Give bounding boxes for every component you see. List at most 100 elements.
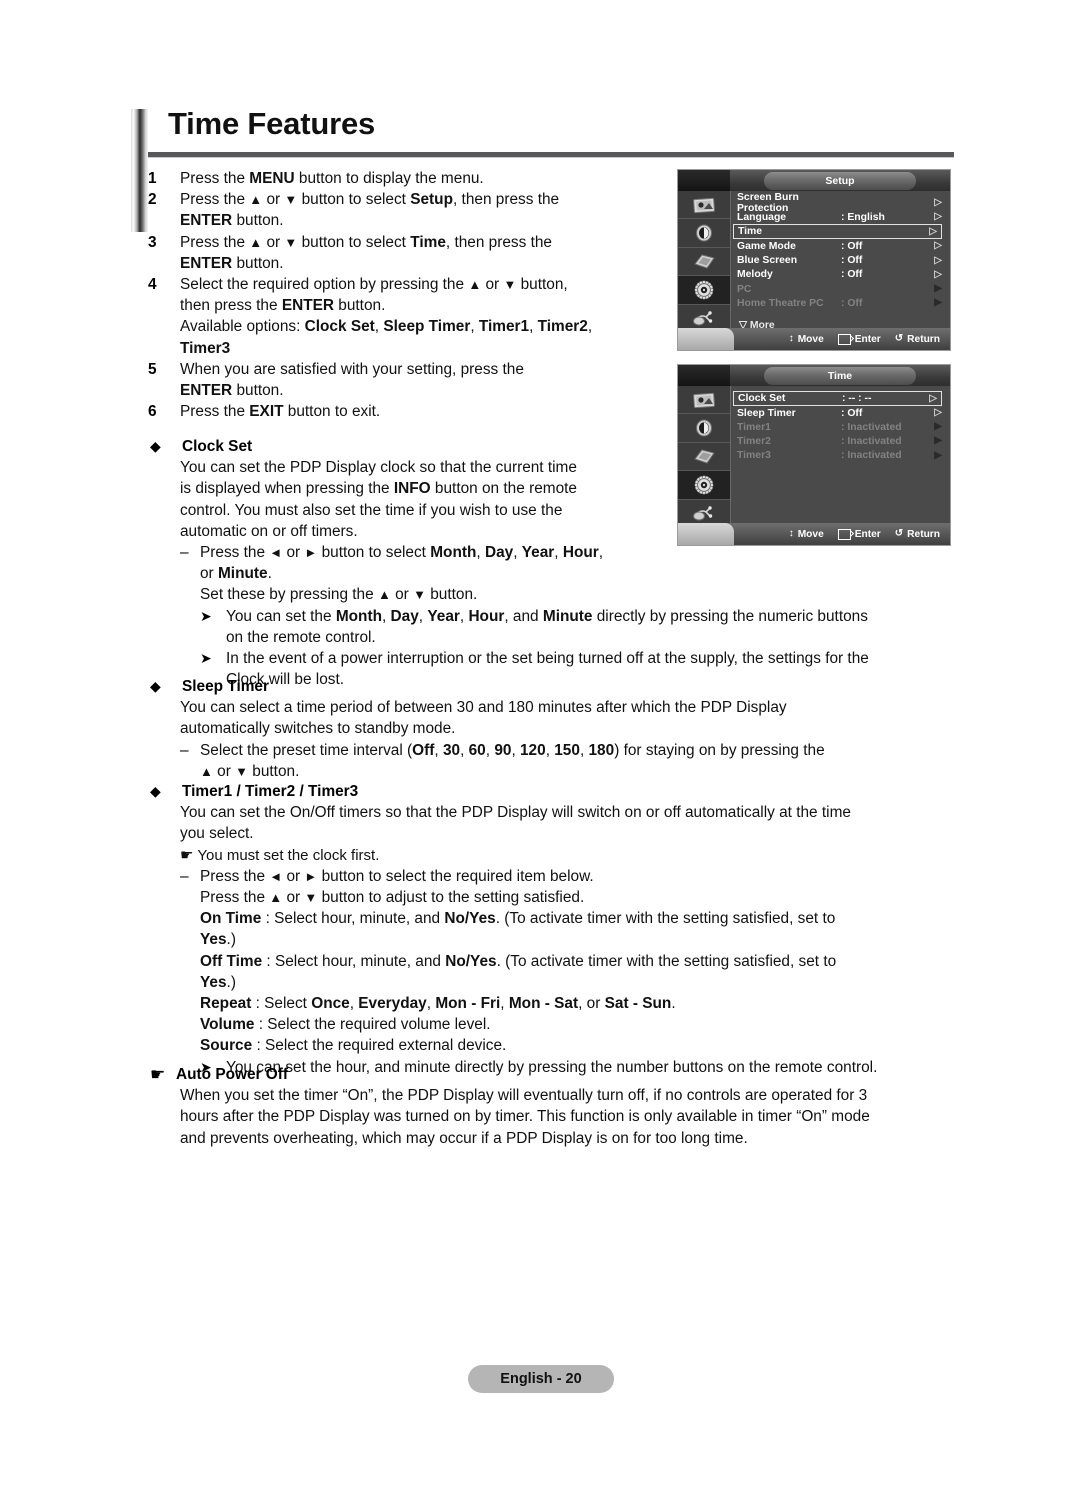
- osd-menu-item[interactable]: Screen Burn Protection ▷: [731, 192, 950, 214]
- text-run: button to select: [297, 191, 411, 209]
- osd-menu-item[interactable]: Game Mode: Off ▷: [731, 239, 950, 253]
- text-run: , then press the: [445, 233, 552, 251]
- osd-sound-icon[interactable]: [678, 219, 730, 248]
- osd-menu-item[interactable]: Sleep Timer: Off ▷: [731, 406, 950, 420]
- osd-picture-icon[interactable]: [678, 386, 730, 415]
- osd-item-label: Timer2: [737, 435, 771, 447]
- dash-marker-icon: –: [180, 867, 189, 885]
- text-run: , then press the: [453, 191, 560, 209]
- text-run: ,: [470, 318, 479, 336]
- text-run: INFO: [393, 480, 431, 498]
- text-run: ▼: [413, 587, 426, 603]
- osd-menu-item[interactable]: Timer1: Inactivated ▶: [731, 420, 950, 434]
- text-run: Sleep Timer: [383, 318, 471, 336]
- section-heading: ◆ Sleep Timer: [148, 676, 958, 697]
- instruction-step: 2 Press the ▲ or ▼ button to select Setup…: [148, 189, 668, 231]
- osd-item-label: Clock Set: [738, 393, 786, 404]
- step-text: Press the ▲ or ▼ button to select Time, …: [180, 232, 668, 274]
- text-line: on the remote control.: [226, 627, 958, 648]
- osd-submenu-arrow-icon: ▷: [929, 392, 937, 404]
- text-run: ▲: [249, 234, 263, 250]
- text-run: Press the: [200, 544, 270, 562]
- instruction-step: 1 Press the MENU button to display the me…: [148, 168, 668, 189]
- osd-sound-icon[interactable]: [678, 414, 730, 443]
- osd-item-label: Sleep Timer: [737, 407, 796, 419]
- osd-move-hint: ↕ Move: [789, 334, 824, 345]
- osd-move-hint: ↕ Move: [789, 529, 824, 540]
- text-line: ENTER button.: [180, 253, 668, 274]
- text-run: button.: [232, 254, 284, 272]
- text-line: Repeat : Select Once, Everyday, Mon - Fr…: [200, 993, 958, 1014]
- hand-note: ☛ You must set the clock first.: [148, 845, 958, 866]
- manual-page: Time Features 1 Press the MENU button to …: [0, 0, 1080, 1486]
- dash-bullet-group: – Press the ◄ or ► button to select Month…: [148, 542, 958, 606]
- osd-menu-item[interactable]: Blue Screen: Off ▷: [731, 254, 950, 268]
- section-heading-label: Auto Power Off: [176, 1066, 289, 1083]
- osd-setup-icon[interactable]: [678, 471, 730, 500]
- text-run: When you set the timer “On”, the PDP Dis…: [180, 1087, 868, 1105]
- osd-menu-item[interactable]: Home Theatre PC: Off ▶: [731, 296, 950, 310]
- text-run: 90: [494, 741, 512, 759]
- text-run: ,: [587, 318, 593, 336]
- osd-item-label: Timer3: [737, 450, 771, 462]
- text-run: ENTER: [180, 254, 233, 272]
- text-run: : Select hour, minute, and: [261, 910, 445, 928]
- text-line: Press the MENU button to display the men…: [180, 168, 668, 189]
- osd-menu-item[interactable]: Melody: Off ▷: [731, 268, 950, 282]
- osd-picture-icon[interactable]: [678, 191, 730, 220]
- page-number-badge: English - 20: [468, 1365, 614, 1393]
- text-run: You can select a time period of between …: [180, 699, 787, 717]
- text-run: Hour: [562, 544, 599, 562]
- osd-setup-icon[interactable]: [678, 276, 730, 305]
- osd-menu-item[interactable]: PC ▶: [731, 282, 950, 296]
- text-run: ,: [460, 741, 469, 759]
- section-heading: ◆ Timer1 / Timer2 / Timer3: [148, 781, 958, 802]
- pointing-hand-icon: ☛: [180, 846, 198, 864]
- text-line: Yes.): [200, 929, 958, 950]
- note-bullet: ➤ You can set the Month, Day, Year, Hour,…: [148, 606, 958, 648]
- text-line: Available options: Clock Set, Sleep Time…: [180, 316, 668, 337]
- osd-channel-icon[interactable]: [678, 248, 730, 277]
- osd-enter-hint: Enter: [837, 528, 881, 540]
- osd-submenu-arrow-icon: ▶: [934, 283, 942, 295]
- osd-menu-item[interactable]: Timer2: Inactivated ▶: [731, 434, 950, 448]
- text-run: ,: [500, 995, 509, 1013]
- osd-channel-icon[interactable]: [678, 443, 730, 472]
- text-run: ►: [304, 868, 318, 884]
- note-text: You can set the Month, Day, Year, Hour, …: [226, 606, 958, 648]
- osd-submenu-arrow-icon: ▷: [929, 225, 937, 237]
- section-auto-power-off: ☛ Auto Power Off When you set the timer “O…: [148, 1064, 958, 1149]
- osd-menu-item[interactable]: Language: English ▷: [731, 210, 950, 224]
- text-run: Select the preset time interval (: [200, 741, 413, 759]
- osd-item-list: Clock Set: -- : -- ▷ Sleep Timer: Off ▷ Time…: [731, 386, 950, 523]
- section-heading-label: Timer1 / Timer2 / Timer3: [182, 783, 359, 800]
- text-line: Off Time : Select hour, minute, and No/Y…: [200, 951, 958, 972]
- text-run: , or: [578, 995, 605, 1013]
- text-run: button,: [516, 276, 568, 294]
- text-run: Available options:: [180, 318, 305, 336]
- text-run: ▲: [249, 192, 263, 208]
- text-run: or: [212, 762, 236, 780]
- osd-hint-bar: ↕ Move Enter ↺ Return: [678, 328, 950, 350]
- text-run: 180: [588, 741, 615, 759]
- osd-enter-label: Enter: [854, 333, 881, 345]
- text-run: or: [282, 544, 305, 562]
- osd-menu-item[interactable]: Timer3: Inactivated ▶: [731, 449, 950, 463]
- step-number: 3: [148, 233, 157, 251]
- text-run: Press the: [200, 889, 270, 907]
- text-run: or: [262, 233, 285, 251]
- osd-return-hint: ↺ Return: [895, 529, 940, 540]
- text-line: you select.: [148, 823, 958, 844]
- text-run: : Select: [251, 995, 312, 1013]
- osd-menu-item[interactable]: Clock Set: -- : -- ▷: [733, 391, 942, 406]
- dash-bullet-text: Select the preset time interval (Off, 30…: [200, 740, 958, 782]
- dash-bullet-group: – Press the ◄ or ► button to select the r…: [148, 866, 958, 1057]
- text-line: hours after the PDP Display was turned o…: [148, 1106, 958, 1127]
- text-run: ▲: [468, 277, 482, 293]
- text-run: and prevents overheating, which may occu…: [180, 1129, 748, 1147]
- text-run: .: [671, 995, 676, 1013]
- osd-menu-item[interactable]: Time ▷: [733, 224, 942, 240]
- osd-item-label: Language: [737, 211, 787, 223]
- step-text: Press the ▲ or ▼ button to select Setup,…: [180, 189, 668, 231]
- text-run: You can set the PDP Display clock so tha…: [180, 459, 577, 477]
